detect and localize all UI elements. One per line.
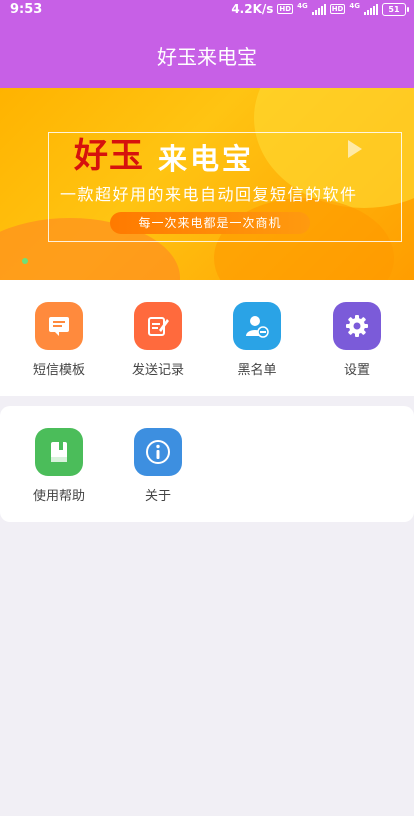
banner-dot	[22, 258, 28, 264]
menu-item-settings[interactable]: 设置	[307, 302, 407, 378]
network-speed: 4.2K/s	[231, 2, 274, 16]
banner-brand-part2: 来电宝	[158, 142, 255, 176]
banner-tagline: 每一次来电都是一次商机	[110, 212, 310, 234]
menu-item-about[interactable]: 关于	[108, 428, 208, 504]
banner-brand-part1: 好玉	[74, 136, 144, 176]
menu-item-blacklist[interactable]: 黑名单	[207, 302, 307, 378]
info-icon	[134, 428, 182, 476]
menu-item-send-record[interactable]: 发送记录	[108, 302, 208, 378]
hd-badge-icon-2: HD	[329, 4, 346, 14]
battery-icon: 51	[382, 2, 409, 16]
secondary-menu-card: 使用帮助 关于	[0, 406, 414, 522]
menu-item-label: 黑名单	[237, 363, 277, 378]
signal-icon-2	[364, 3, 378, 15]
status-bar: 9:53 4.2K/s HD 4G HD 4G 51	[0, 0, 414, 22]
menu-item-label: 短信模板	[32, 363, 85, 378]
message-template-icon	[35, 302, 83, 350]
menu-item-label: 发送记录	[131, 363, 184, 378]
app-title: 好玉来电宝	[157, 44, 257, 69]
hd-badge-icon: HD	[277, 4, 294, 14]
network-type: 4G	[297, 1, 308, 10]
help-book-icon	[35, 428, 83, 476]
menu-item-label: 关于	[144, 489, 171, 504]
menu-item-sms-template[interactable]: 短信模板	[9, 302, 109, 378]
status-icons: 4.2K/s HD 4G HD 4G 51	[231, 1, 409, 16]
promo-banner[interactable]: 好玉 来电宝 一款超好用的来电自动回复短信的软件 每一次来电都是一次商机	[0, 88, 414, 280]
signal-icon	[311, 3, 326, 15]
blacklist-icon	[233, 302, 281, 350]
banner-slogan: 一款超好用的来电自动回复短信的软件	[60, 185, 358, 204]
play-arrow-icon	[348, 140, 362, 158]
menu-item-help[interactable]: 使用帮助	[9, 428, 109, 504]
app-bar: 好玉来电宝	[0, 22, 414, 88]
status-time: 9:53	[10, 2, 43, 17]
primary-menu-card: 短信模板 发送记录 黑名单 设置	[0, 280, 414, 396]
menu-item-label: 设置	[343, 363, 370, 378]
send-record-icon	[134, 302, 182, 350]
network-type-2: 4G	[349, 1, 360, 10]
gear-icon	[333, 302, 381, 350]
menu-item-label: 使用帮助	[32, 489, 85, 504]
